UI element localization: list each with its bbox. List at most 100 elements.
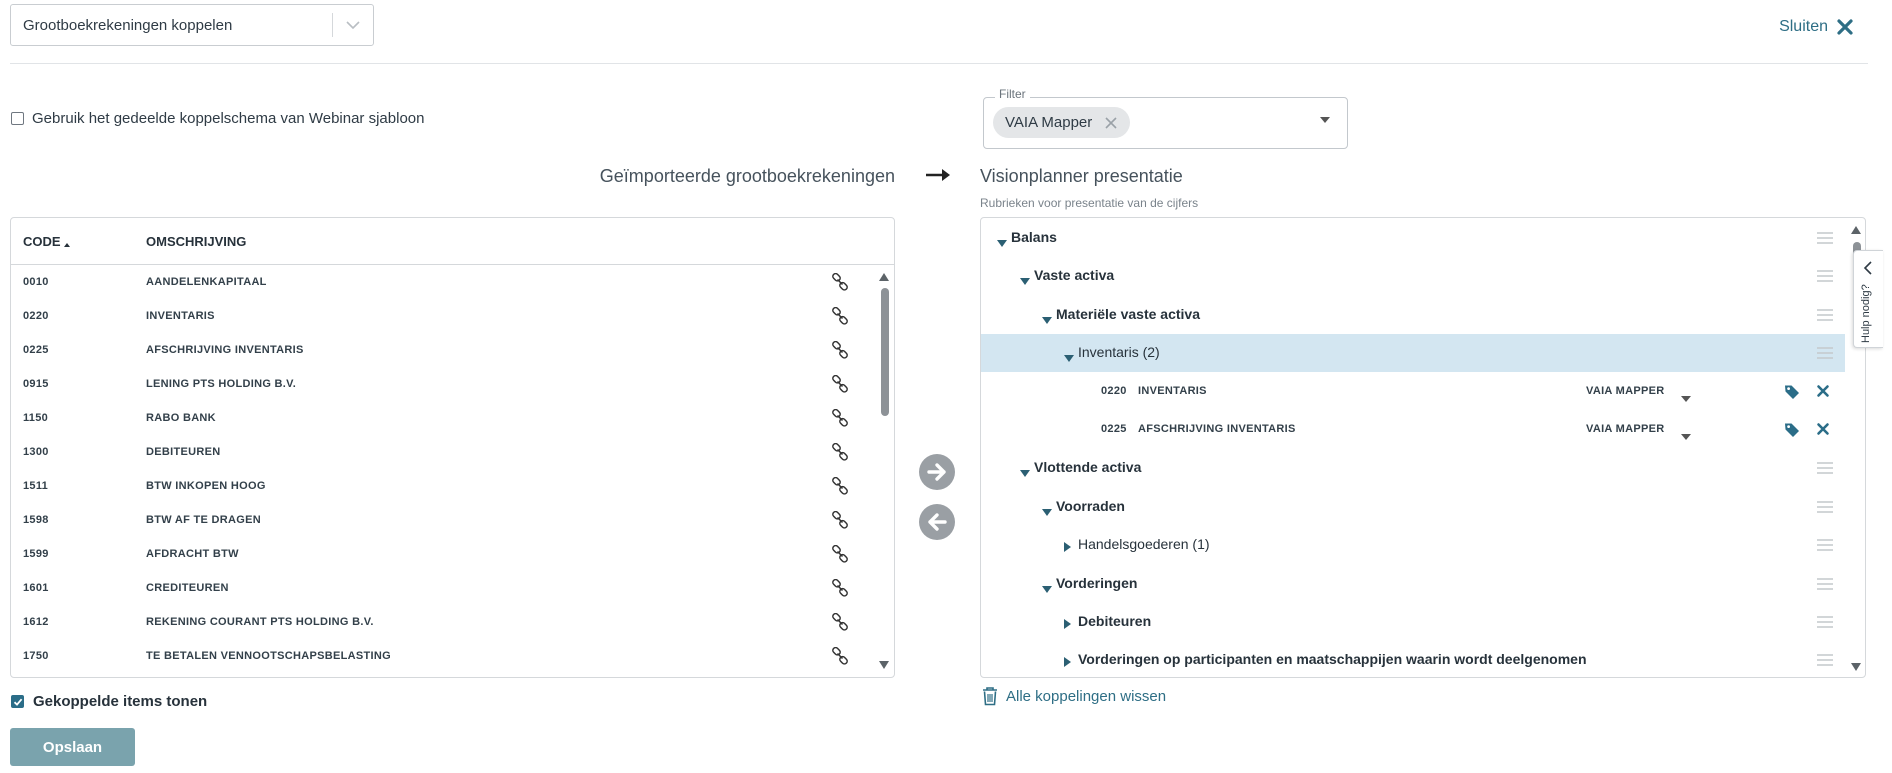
tag-icon[interactable]: [1784, 384, 1800, 405]
caret-right-icon[interactable]: [1064, 616, 1071, 634]
close-icon: [1837, 19, 1853, 35]
account-code: 1598: [23, 514, 49, 526]
mapper-dropdown-icon[interactable]: [1681, 389, 1691, 407]
clear-links-button[interactable]: Alle koppelingen wissen: [982, 686, 1166, 706]
tree-node[interactable]: Voorraden: [981, 488, 1845, 526]
link-to-presentation-button[interactable]: [919, 454, 955, 490]
table-scrollbar[interactable]: [875, 266, 893, 676]
chip-remove-icon[interactable]: [1104, 116, 1118, 130]
linked-account-description: AFSCHRIJVING INVENTARIS: [1138, 423, 1296, 435]
caret-right-icon[interactable]: [1064, 539, 1071, 557]
arrow-right-icon: [926, 169, 950, 181]
account-description: CREDITEUREN: [146, 582, 229, 594]
tree-node[interactable]: Debiteuren: [981, 603, 1845, 641]
show-linked-option[interactable]: Gekoppelde items tonen: [11, 693, 207, 710]
tree-node[interactable]: Materiële vaste activa: [981, 296, 1845, 334]
link-icon[interactable]: [831, 510, 849, 534]
link-icon[interactable]: [831, 544, 849, 568]
tree-node[interactable]: Vlottende activa: [981, 449, 1845, 487]
tree-node[interactable]: Inventaris (2): [981, 334, 1845, 373]
tree-node[interactable]: Balans: [981, 219, 1845, 257]
unlink-from-presentation-button[interactable]: [919, 504, 955, 540]
tree-node[interactable]: Handelsgoederen (1): [981, 526, 1845, 564]
account-code: 0915: [23, 378, 49, 390]
table-row[interactable]: 1150 RABO BANK: [11, 402, 873, 436]
tree-node-label: Voorraden: [1056, 497, 1125, 514]
remove-icon[interactable]: [1816, 384, 1830, 403]
presentation-heading: Visionplanner presentatie: [980, 166, 1183, 186]
column-code[interactable]: CODE: [23, 234, 70, 249]
drag-handle-icon[interactable]: [1817, 538, 1833, 556]
caret-down-icon[interactable]: [1042, 580, 1052, 598]
link-icon[interactable]: [831, 476, 849, 500]
caret-right-icon[interactable]: [1064, 654, 1071, 672]
table-row[interactable]: 1599 AFDRACHT BTW: [11, 538, 873, 572]
table-row[interactable]: 0010 AANDELENKAPITAAL: [11, 266, 873, 300]
table-row[interactable]: 1598 BTW AF TE DRAGEN: [11, 504, 873, 538]
linked-account-code: 0225: [1101, 423, 1127, 435]
save-button[interactable]: Opslaan: [10, 728, 135, 766]
link-icon[interactable]: [831, 612, 849, 636]
close-button[interactable]: Sluiten: [1779, 18, 1854, 36]
drag-handle-icon[interactable]: [1817, 269, 1833, 287]
imported-accounts-table: CODE OMSCHRIJVING 0010 AANDELENKAPITAAL 02…: [10, 217, 895, 678]
drag-handle-icon[interactable]: [1817, 308, 1833, 326]
drag-handle-icon[interactable]: [1817, 615, 1833, 633]
caret-down-icon[interactable]: [1020, 272, 1030, 290]
drag-handle-icon[interactable]: [1817, 461, 1833, 479]
show-linked-checkbox[interactable]: [11, 695, 24, 708]
tree-node[interactable]: Vaste activa: [981, 257, 1845, 295]
link-icon[interactable]: [831, 374, 849, 398]
drag-handle-icon[interactable]: [1817, 577, 1833, 595]
caret-down-icon[interactable]: [1064, 349, 1074, 367]
shared-schema-option[interactable]: Gebruik het gedeelde koppelschema van We…: [11, 110, 424, 127]
table-row[interactable]: 1511 BTW INKOPEN HOOG: [11, 470, 873, 504]
table-row[interactable]: 0225 AFSCHRIJVING INVENTARIS: [11, 334, 873, 368]
drag-handle-icon[interactable]: [1817, 500, 1833, 518]
tree-node[interactable]: Vorderingen op participanten en maatscha…: [981, 641, 1845, 677]
link-icon[interactable]: [831, 442, 849, 466]
link-icon[interactable]: [831, 340, 849, 364]
link-icon[interactable]: [831, 646, 849, 670]
caret-down-icon[interactable]: [997, 234, 1007, 252]
linked-account-description: INVENTARIS: [1138, 384, 1207, 397]
filter-chip: VAIA Mapper: [993, 107, 1131, 138]
imported-accounts-heading: Geïmporteerde grootboekrekeningen: [599, 166, 895, 186]
help-label: Hulp nodig?: [1860, 284, 1872, 343]
drag-handle-icon[interactable]: [1817, 231, 1833, 249]
header-divider: [10, 63, 1868, 64]
module-select[interactable]: Grootboekrekeningen koppelen: [10, 4, 374, 46]
table-row[interactable]: 0220 INVENTARIS: [11, 300, 873, 334]
linked-account-row[interactable]: 0220 INVENTARIS VAIA MAPPER: [981, 373, 1845, 411]
tree-node-label: Vaste activa: [1034, 267, 1115, 284]
drag-handle-icon[interactable]: [1817, 346, 1833, 364]
arrow-right-circle-icon: [927, 463, 946, 481]
link-icon[interactable]: [831, 306, 849, 330]
drag-handle-icon[interactable]: [1817, 653, 1833, 671]
mapper-dropdown-icon[interactable]: [1681, 427, 1691, 445]
chevron-down-icon[interactable]: [333, 5, 373, 45]
table-row[interactable]: 1612 REKENING COURANT PTS HOLDING B.V.: [11, 606, 873, 640]
table-row[interactable]: 1601 CREDITEUREN: [11, 572, 873, 606]
link-icon[interactable]: [831, 272, 849, 296]
account-code: 1601: [23, 582, 49, 594]
link-icon[interactable]: [831, 408, 849, 432]
caret-down-icon[interactable]: [1042, 311, 1052, 329]
table-row[interactable]: 0915 LENING PTS HOLDING B.V.: [11, 368, 873, 402]
remove-icon[interactable]: [1816, 422, 1830, 441]
column-description[interactable]: OMSCHRIJVING: [146, 234, 246, 249]
help-tab[interactable]: Hulp nodig?: [1853, 250, 1883, 348]
shared-schema-checkbox[interactable]: [11, 112, 24, 125]
link-icon[interactable]: [831, 578, 849, 602]
table-row[interactable]: 1300 DEBITEUREN: [11, 436, 873, 470]
account-description: BTW INKOPEN HOOG: [146, 480, 266, 492]
caret-down-icon[interactable]: [1042, 503, 1052, 521]
caret-down-icon[interactable]: [1020, 464, 1030, 482]
account-description: AFDRACHT BTW: [146, 548, 239, 560]
table-row[interactable]: 1750 TE BETALEN VENNOOTSCHAPSBELASTING: [11, 640, 873, 674]
filter-dropdown-icon[interactable]: [1320, 117, 1330, 123]
tag-icon[interactable]: [1784, 422, 1800, 443]
tree-node[interactable]: Vorderingen: [981, 565, 1845, 603]
account-description: REKENING COURANT PTS HOLDING B.V.: [146, 616, 374, 628]
linked-account-row[interactable]: 0225 AFSCHRIJVING INVENTARIS VAIA MAPPER: [981, 411, 1845, 449]
